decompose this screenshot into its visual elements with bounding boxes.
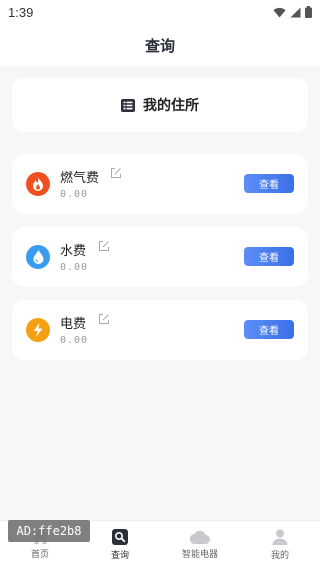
list-icon — [121, 98, 135, 112]
edit-icon[interactable] — [98, 313, 110, 325]
ad-badge: AD:ffe2b8 — [8, 520, 90, 542]
profile-icon — [272, 529, 288, 545]
water-fee-card: 水费 0.00 查看 — [12, 227, 308, 287]
tab-smart-appliances[interactable]: 智能电器 — [160, 521, 240, 568]
page-title: 查询 — [144, 36, 175, 55]
electricity-fee-card: 电费 0.00 查看 — [12, 300, 308, 360]
flame-icon — [26, 172, 50, 196]
tab-query[interactable]: 查询 — [80, 521, 160, 568]
tab-query-label: 查询 — [110, 550, 129, 561]
signal-icon — [290, 7, 301, 17]
tab-profile-label: 我的 — [270, 550, 289, 561]
edit-icon[interactable] — [98, 240, 110, 252]
water-fee-label: 水费 — [60, 244, 87, 259]
gas-fee-card: 燃气费 0.00 查看 — [12, 154, 308, 214]
water-drop-icon — [26, 245, 50, 269]
tab-profile[interactable]: 我的 — [240, 521, 320, 568]
edit-icon[interactable] — [110, 167, 122, 179]
status-time: 1:39 — [8, 4, 34, 20]
battery-icon — [305, 6, 312, 18]
electricity-fee-label: 电费 — [60, 317, 87, 332]
tab-smart-appliances-label: 智能电器 — [181, 549, 218, 560]
gas-fee-label: 燃气费 — [60, 171, 100, 186]
search-icon — [112, 528, 128, 545]
view-electricity-button[interactable]: 查看 — [244, 320, 294, 339]
status-bar: 1:39 — [0, 0, 320, 24]
view-gas-button[interactable]: 查看 — [244, 174, 294, 193]
electricity-fee-value: 0.00 — [60, 335, 89, 346]
status-icons — [273, 6, 312, 18]
tab-home-label: 首页 — [30, 550, 49, 560]
view-water-button[interactable]: 查看 — [244, 247, 294, 266]
lightning-icon — [26, 318, 50, 342]
my-residence-label: 我的住所 — [143, 98, 199, 114]
gas-fee-value: 0.00 — [60, 189, 89, 200]
cloud-icon — [190, 530, 210, 544]
wifi-icon — [273, 7, 286, 18]
water-fee-value: 0.00 — [60, 262, 89, 273]
app-header: 查询 — [0, 24, 320, 66]
my-residence-card[interactable]: 我的住所 — [12, 78, 308, 132]
